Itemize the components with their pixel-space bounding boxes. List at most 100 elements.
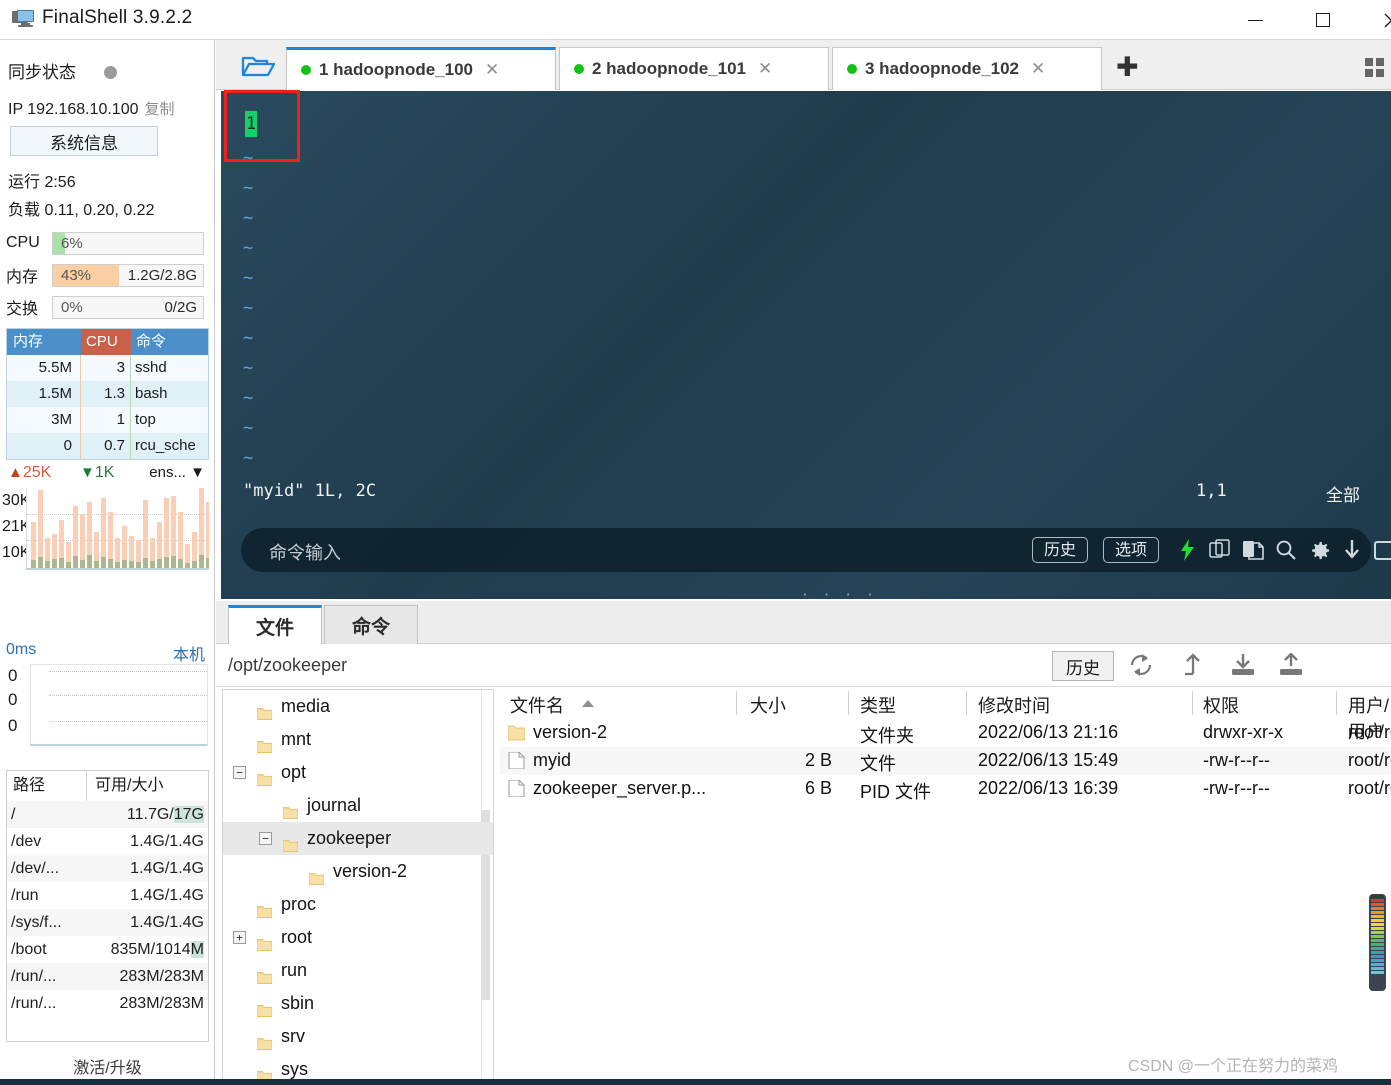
tree-node-version-2[interactable]: version-2 — [223, 855, 493, 888]
column-header-filename[interactable]: 文件名 — [510, 692, 564, 718]
disk-row[interactable]: /dev 1.4G/1.4G — [7, 828, 208, 855]
tree-node-proc[interactable]: proc — [223, 888, 493, 921]
tree-node-run[interactable]: run — [223, 954, 493, 987]
download-glyph — [1345, 540, 1359, 559]
tab-files[interactable]: 文件 — [228, 605, 322, 644]
tree-node-root[interactable]: + root — [223, 921, 493, 954]
lightning-icon[interactable] — [1173, 536, 1201, 564]
tab-commands[interactable]: 命令 — [324, 605, 418, 644]
up-arrow-icon[interactable] — [1182, 653, 1210, 679]
maximize-button[interactable] — [1300, 0, 1346, 40]
latency-y-label-0: 0 — [8, 666, 18, 685]
disk-row[interactable]: /run/... 283M/283M — [7, 990, 208, 1017]
tree-node-zookeeper[interactable]: − zookeeper — [223, 822, 493, 855]
session-tab-2[interactable]: 3 hadoopnode_102 ✕ — [832, 47, 1102, 90]
tree-toggle-collapse-icon[interactable]: − — [233, 766, 246, 779]
window-icon[interactable] — [1371, 536, 1391, 564]
copy-icon[interactable] — [1206, 536, 1234, 564]
gear-icon[interactable] — [1305, 536, 1333, 564]
latency-chart — [30, 664, 208, 746]
disk-usage-table[interactable]: 路径 可用/大小 / 11.7G/17G/dev 1.4G/1.4G/dev/...… — [6, 770, 209, 1042]
directory-tree[interactable]: media mnt − opt journal − zookeeper version-2 pr… — [222, 689, 494, 1081]
pane-resize-handle[interactable]: · · · · — [801, 588, 877, 599]
folder-icon — [257, 1004, 272, 1017]
close-button[interactable] — [1368, 0, 1391, 40]
process-command: rcu_sche — [135, 437, 196, 454]
session-tab-0[interactable]: 1 hadoopnode_100 ✕ — [286, 47, 556, 90]
disk-row[interactable]: /boot 835M/1014M — [7, 936, 208, 963]
tree-node-label: run — [281, 960, 308, 980]
tree-toggle-collapse-icon[interactable]: − — [259, 832, 272, 845]
window-glyph — [1373, 540, 1391, 560]
session-tab-1-close[interactable]: ✕ — [758, 59, 772, 79]
session-tab-0-close[interactable]: ✕ — [485, 60, 499, 80]
tree-node-srv[interactable]: srv — [223, 1020, 493, 1053]
command-input-bar[interactable]: 命令输入 历史 选项 — [241, 528, 1391, 572]
process-row[interactable]: 1.5M 1.3 bash — [7, 381, 208, 407]
command-options-button[interactable]: 选项 — [1103, 537, 1160, 563]
process-row[interactable]: 3M 1 top — [7, 407, 208, 433]
terminal-pane[interactable]: 1 ~ ~ ~ ~ ~ ~ ~ ~ ~ ~ ~ "myid" 1L, 2C 1,1 全部 命令输入 … — [221, 91, 1391, 599]
file-permissions: drwxr-xr-x — [1203, 722, 1283, 742]
system-info-button[interactable]: 系统信息 — [10, 126, 158, 156]
tree-node-opt[interactable]: − opt — [223, 756, 493, 789]
color-swatch — [1371, 951, 1384, 954]
column-header-size[interactable]: 大小 — [750, 692, 786, 718]
network-bar-secondary — [52, 559, 57, 568]
file-row[interactable]: version-2 文件夹 2022/06/13 21:16 drwxr-xr-x ro… — [500, 719, 1391, 747]
paste-icon[interactable] — [1239, 536, 1267, 564]
process-row[interactable]: 0 0.7 rcu_sche — [7, 433, 208, 459]
file-list[interactable]: 文件名 大小 类型 修改时间 权限 用户/用户 version-2 文件夹 2022… — [500, 689, 1391, 1081]
grid-view-icon[interactable] — [1365, 58, 1385, 78]
tree-node-mnt[interactable]: mnt — [223, 723, 493, 756]
process-cpu: 3 — [81, 355, 131, 381]
tree-node-journal[interactable]: journal — [223, 789, 493, 822]
path-history-button[interactable]: 历史 — [1052, 651, 1114, 681]
chevron-down-icon: ▼ — [190, 464, 205, 481]
command-input[interactable]: 命令输入 — [269, 539, 341, 565]
copy-ip-button[interactable]: 复制 — [145, 101, 175, 118]
file-row[interactable]: myid 2 B 文件 2022/06/13 15:49 -rw-r--r-- root/… — [500, 747, 1391, 775]
column-header-type[interactable]: 类型 — [860, 692, 896, 718]
upload-icon[interactable] — [1278, 652, 1306, 679]
disk-row[interactable]: /run 1.4G/1.4G — [7, 882, 208, 909]
tree-node-label: media — [281, 696, 331, 716]
disk-row[interactable]: / 11.7G/17G — [7, 801, 208, 828]
open-folder-button[interactable] — [234, 49, 282, 83]
download-icon[interactable] — [1338, 536, 1366, 564]
network-upload-value: 25K — [22, 464, 52, 481]
column-header-permissions[interactable]: 权限 — [1203, 692, 1239, 718]
search-icon[interactable] — [1272, 536, 1300, 564]
column-header-mtime[interactable]: 修改时间 — [978, 692, 1050, 718]
color-gradient-widget[interactable] — [1369, 894, 1386, 991]
download-icon[interactable] — [1230, 653, 1258, 679]
minimize-icon — [1247, 19, 1263, 21]
disk-row[interactable]: /dev/... 1.4G/1.4G — [7, 855, 208, 882]
file-row[interactable]: zookeeper_server.p... 6 B PID 文件 2022/06/13… — [500, 775, 1391, 803]
network-interface-selector[interactable]: ens... ▼ — [149, 464, 205, 481]
memory-meter-label: 内存 — [6, 269, 39, 286]
disk-row[interactable]: /run/... 283M/283M — [7, 963, 208, 990]
tree-node-sbin[interactable]: sbin — [223, 987, 493, 1020]
process-cpu: 1.3 — [81, 381, 131, 407]
refresh-icon[interactable] — [1128, 653, 1156, 679]
disk-row[interactable]: /sys/f... 1.4G/1.4G — [7, 909, 208, 936]
process-table[interactable]: 内存 CPU 命令 5.5M 3 sshd 1.5M 1.3 bash 3M 1 top 0 0.7… — [6, 328, 209, 460]
memory-meter-percent: 43% — [61, 266, 92, 284]
tree-toggle-expand-icon[interactable]: + — [233, 931, 246, 944]
folder-icon — [257, 1037, 272, 1050]
tree-node-sys[interactable]: sys — [223, 1053, 493, 1080]
activate-upgrade-link[interactable]: 激活/升级 — [0, 1054, 215, 1078]
tree-node-label: journal — [307, 795, 362, 815]
tree-node-media[interactable]: media — [223, 690, 493, 723]
new-tab-button[interactable]: ✚ — [1116, 54, 1139, 81]
command-history-button[interactable]: 历史 — [1032, 537, 1089, 563]
gear-glyph — [1311, 541, 1329, 559]
session-tab-2-close[interactable]: ✕ — [1031, 59, 1045, 79]
vim-tilde-line: ~ — [243, 178, 254, 198]
session-tab-1[interactable]: 2 hadoopnode_101 ✕ — [559, 47, 829, 90]
sort-asc-icon — [582, 700, 594, 707]
process-row[interactable]: 5.5M 3 sshd — [7, 355, 208, 381]
current-path-input[interactable]: /opt/zookeeper — [228, 655, 347, 676]
minimize-button[interactable] — [1232, 0, 1278, 40]
